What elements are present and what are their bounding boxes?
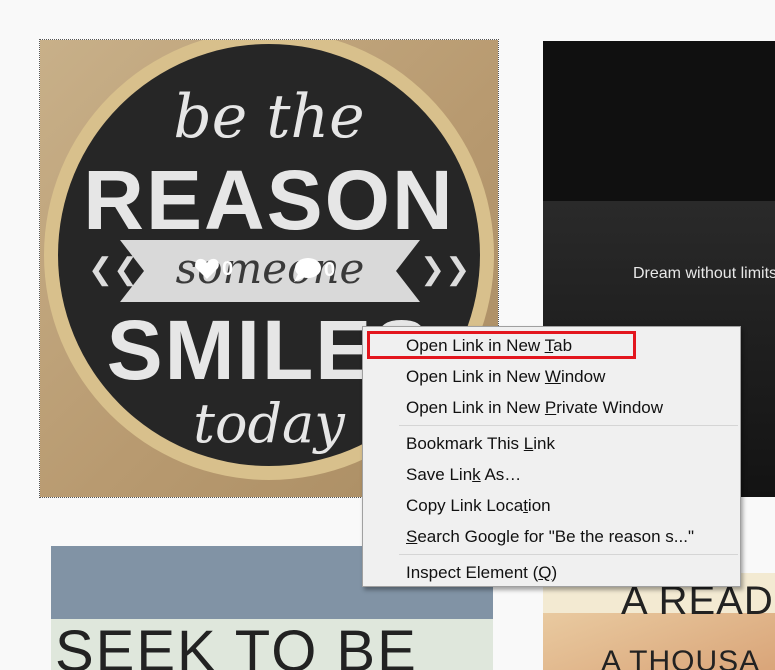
art-text-be-the: be the — [173, 82, 365, 152]
art-text-someone: someone — [175, 244, 365, 293]
menu-label: ink — [533, 434, 555, 453]
menu-item-open-new-window[interactable]: Open Link in New Window — [363, 362, 740, 392]
menu-label: indow — [560, 367, 606, 386]
access-key: T — [544, 336, 554, 355]
menu-label: rivate Window — [556, 398, 664, 417]
like-stat[interactable]: 0 — [194, 257, 233, 281]
menu-item-search-google[interactable]: Search Google for "Be the reason s..." — [363, 522, 740, 552]
dream-caption: Dream without limits. — [633, 265, 775, 282]
access-key: k — [472, 465, 481, 484]
menu-separator — [399, 425, 738, 426]
comment-count: 0 — [324, 258, 336, 281]
access-key: S — [406, 527, 418, 546]
menu-item-copy-link-location[interactable]: Copy Link Location — [363, 491, 740, 521]
context-menu: Open Link in New Tab Open Link in New Wi… — [362, 326, 741, 587]
menu-item-bookmark-link[interactable]: Bookmark This Link — [363, 429, 740, 459]
menu-label: ab — [553, 336, 573, 355]
comment-stat[interactable]: 0 — [292, 257, 335, 283]
menu-label: ion — [527, 496, 551, 515]
access-key: W — [544, 367, 561, 386]
menu-label: earch Google for "Be the reason s..." — [417, 527, 695, 546]
menu-label: Open Link in New — [406, 367, 545, 386]
menu-label: Save Lin — [406, 465, 473, 484]
menu-label: Copy Link Loca — [406, 496, 524, 515]
comment-bubble-icon — [294, 258, 321, 282]
leaf-ornament-right: ❯❯ — [420, 253, 471, 286]
access-key: P — [544, 398, 557, 417]
menu-label: As… — [480, 465, 522, 484]
heart-icon — [195, 258, 219, 279]
access-key: L — [523, 434, 534, 453]
menu-label: ) — [551, 563, 558, 582]
menu-label: Inspect Element ( — [406, 563, 539, 582]
menu-separator — [399, 554, 738, 555]
menu-item-save-link-as[interactable]: Save Link As… — [363, 460, 740, 490]
reader-text-line2: A THOUSA — [601, 645, 761, 670]
menu-label: Open Link in New — [406, 398, 545, 417]
seek-text: SEEK TO BE — [55, 619, 418, 670]
access-key: Q — [538, 563, 552, 582]
leaf-ornament-left: ❮❮ — [88, 253, 139, 286]
menu-item-open-private-window[interactable]: Open Link in New Private Window — [363, 393, 740, 423]
menu-label: Bookmark This — [406, 434, 524, 453]
art-text-reason: REASON — [83, 153, 455, 247]
menu-label: Open Link in New — [406, 336, 545, 355]
like-count: 0 — [222, 257, 234, 280]
menu-item-open-new-tab[interactable]: Open Link in New Tab — [363, 331, 740, 361]
menu-item-inspect-element[interactable]: Inspect Element (Q) — [363, 558, 740, 588]
